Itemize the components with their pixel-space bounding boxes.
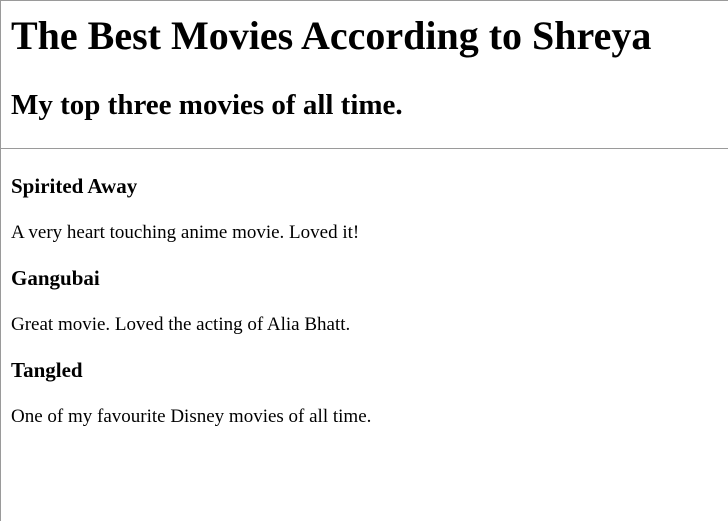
movie-description: Great movie. Loved the acting of Alia Bh… <box>11 314 351 335</box>
page-subtitle: My top three movies of all time. <box>11 89 403 121</box>
movie-description: One of my favourite Disney movies of all… <box>11 406 372 427</box>
movie-title: Spirited Away <box>11 174 138 198</box>
movie-title: Gangubai <box>11 266 100 290</box>
divider <box>1 148 728 149</box>
page-title: The Best Movies According to Shreya <box>11 13 652 58</box>
movie-description: A very heart touching anime movie. Loved… <box>11 222 360 243</box>
movie-item: Spirited Away A very heart touching anim… <box>11 174 728 244</box>
page-content: The Best Movies According to Shreya My t… <box>1 14 728 428</box>
movie-title: Tangled <box>11 358 83 382</box>
movie-item: Gangubai Great movie. Loved the acting o… <box>11 266 728 336</box>
movie-item: Tangled One of my favourite Disney movie… <box>11 358 728 428</box>
movie-list: Spirited Away A very heart touching anim… <box>11 174 728 428</box>
